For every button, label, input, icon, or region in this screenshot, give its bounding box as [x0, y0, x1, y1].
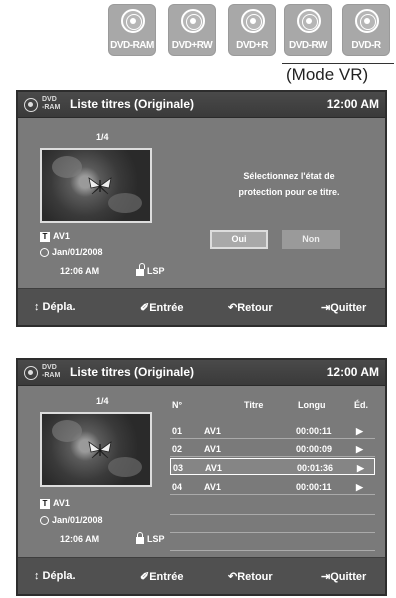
- col-header-number: N°: [172, 400, 183, 410]
- screen-title: Liste titres (Originale): [70, 97, 195, 111]
- clock-time: 12:00 AM: [326, 365, 379, 379]
- enter-icon: ✐: [140, 302, 150, 314]
- quit-icon: ⇥: [321, 571, 331, 583]
- play-icon: ▶: [356, 444, 363, 454]
- return-hint: ↶Retour: [228, 302, 273, 314]
- divider: [170, 532, 375, 533]
- butterfly-image: [88, 177, 112, 195]
- title-counter: 1/4: [96, 396, 109, 406]
- return-hint: ↶Retour: [228, 571, 273, 583]
- yes-button[interactable]: Oui: [210, 230, 268, 249]
- title-icon: T: [40, 498, 50, 509]
- enter-icon: ✐: [140, 571, 150, 583]
- unlock-icon: [136, 263, 145, 277]
- title-bar: DVD -RAM Liste titres (Originale) 12:00 A…: [18, 92, 385, 118]
- clock-icon: [40, 248, 49, 258]
- table-row-selected[interactable]: 03 AV1 00:01:36 ▶: [170, 458, 375, 475]
- divider: [282, 63, 394, 64]
- quit-hint: ⇥Quitter: [321, 571, 367, 583]
- title-bar: DVD -RAM Liste titres (Originale) 12:00 A…: [18, 360, 385, 386]
- clock-time: 12:00 AM: [326, 97, 379, 111]
- table-row[interactable]: 04 AV1 00:00:11 ▶: [170, 478, 375, 495]
- disc-icon: [24, 366, 38, 380]
- divider: [170, 514, 375, 515]
- disc-type-label: DVD -RAM: [42, 96, 61, 111]
- disc-icon: [181, 9, 205, 33]
- protection-prompt: Sélectionnez l'état de protection pour ce…: [238, 171, 340, 197]
- clock-icon: [40, 516, 49, 526]
- badge-dvd-r: DVD-R: [342, 4, 390, 56]
- disc-type-badges: DVD-RAM DVD+RW DVD+R DVD-RW DVD-R: [108, 4, 394, 60]
- title-counter: 1/4: [96, 132, 109, 142]
- play-icon: ▶: [357, 463, 364, 473]
- disc-icon: [297, 9, 321, 33]
- no-button[interactable]: Non: [282, 230, 340, 249]
- title-quality: LSP: [136, 263, 165, 277]
- divider: [170, 550, 375, 551]
- title-time: 12:06 AM: [60, 266, 100, 276]
- badge-dvd-plus-r: DVD+R: [228, 4, 276, 56]
- badge-label: DVD+RW: [171, 40, 213, 51]
- col-header-length: Longu: [298, 400, 326, 410]
- protect-dialog-screen: DVD -RAM Liste titres (Originale) 12:00 A…: [16, 90, 387, 327]
- badge-label: DVD+R: [236, 40, 268, 51]
- title-date: Jan/01/2008: [40, 515, 103, 526]
- footer-bar: ↕ Dépla. ✐Entrée ↶Retour ⇥Quitter: [18, 557, 385, 594]
- title-thumbnail: [40, 148, 152, 223]
- disc-type-label: DVD -RAM: [42, 364, 61, 379]
- title-thumbnail: [40, 412, 152, 487]
- badge-dvd-plus-rw: DVD+RW: [168, 4, 216, 56]
- badge-label: DVD-RAM: [110, 40, 154, 51]
- return-icon: ↶: [228, 571, 238, 583]
- title-quality: LSP: [136, 532, 165, 545]
- disc-icon: [355, 9, 379, 33]
- badge-label: DVD-R: [351, 40, 381, 51]
- badge-dvd-ram: DVD-RAM: [108, 4, 156, 56]
- table-row[interactable]: 02 AV1 00:00:09 ▶: [170, 440, 375, 457]
- move-hint: ↕ Dépla.: [34, 301, 76, 313]
- title-name: T AV1: [40, 231, 70, 242]
- butterfly-image: [88, 441, 112, 459]
- quit-icon: ⇥: [321, 302, 331, 314]
- lock-icon: [136, 532, 144, 545]
- title-time: 12:06 AM: [60, 534, 100, 544]
- badge-label: DVD-RW: [289, 40, 327, 51]
- play-icon: ▶: [356, 426, 363, 436]
- enter-hint: ✐Entrée: [140, 571, 184, 583]
- disc-icon: [241, 9, 265, 33]
- disc-icon: [121, 9, 145, 33]
- title-icon: T: [40, 231, 50, 242]
- badge-dvd-rw: DVD-RW: [284, 4, 332, 56]
- quit-hint: ⇥Quitter: [321, 302, 367, 314]
- footer-bar: ↕ Dépla. ✐Entrée ↶Retour ⇥Quitter: [18, 288, 385, 325]
- play-icon: ▶: [356, 482, 363, 492]
- return-icon: ↶: [228, 302, 238, 314]
- enter-hint: ✐Entrée: [140, 302, 184, 314]
- col-header-edit: Éd.: [354, 400, 369, 410]
- table-row[interactable]: 01 AV1 00:00:11 ▶: [170, 422, 375, 439]
- mode-label: (Mode VR): [286, 65, 369, 84]
- move-hint: ↕ Dépla.: [34, 570, 76, 582]
- col-header-title: Titre: [244, 400, 264, 410]
- title-date: Jan/01/2008: [40, 247, 103, 258]
- disc-icon: [24, 98, 38, 112]
- screen-title: Liste titres (Originale): [70, 365, 195, 379]
- title-name: T AV1: [40, 498, 70, 509]
- title-list-screen: DVD -RAM Liste titres (Originale) 12:00 A…: [16, 358, 387, 596]
